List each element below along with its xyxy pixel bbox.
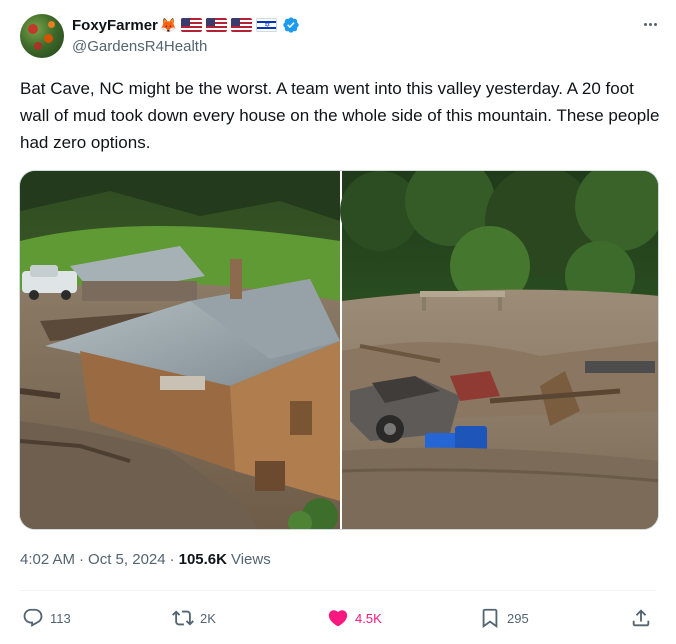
share-button[interactable] — [630, 602, 652, 634]
like-button[interactable]: 4.5K — [327, 602, 382, 634]
tweet-date[interactable]: Oct 5, 2024 — [88, 551, 166, 568]
tweet-meta: 4:02 AM · Oct 5, 2024 · 105.6K Views — [20, 551, 271, 568]
views-label: Views — [230, 551, 271, 568]
bookmark-button[interactable]: 295 — [479, 602, 529, 634]
divider — [20, 590, 656, 591]
israel-flag-icon: ✡ — [256, 18, 278, 32]
verified-icon[interactable] — [282, 16, 300, 34]
us-flag-icon — [181, 18, 203, 32]
meta-separator: · — [79, 551, 85, 568]
author-handle[interactable]: @GardensR4Health — [72, 38, 207, 55]
us-flag-icon — [231, 18, 253, 32]
tweet-time[interactable]: 4:02 AM — [20, 551, 75, 568]
views-count: 105.6K — [178, 551, 227, 568]
right-photo — [340, 171, 658, 529]
reply-button[interactable]: 113 — [22, 602, 71, 634]
reply-count: 113 — [50, 610, 71, 626]
left-photo — [20, 171, 340, 529]
tweet: FoxyFarmer 🦊 ✡ @GardensR4Health Bat Cave… — [0, 0, 676, 644]
tweet-text: Bat Cave, NC might be the worst. A team … — [20, 79, 660, 152]
display-name[interactable]: FoxyFarmer — [72, 17, 158, 34]
reply-icon — [23, 608, 43, 627]
like-count: 4.5K — [355, 610, 382, 626]
bookmark-icon — [482, 608, 498, 629]
action-bar: 113 2K 4.5K 295 — [20, 602, 656, 634]
more-icon[interactable] — [638, 14, 662, 34]
share-icon — [632, 609, 650, 627]
meta-separator: · — [169, 551, 175, 568]
tweet-media[interactable] — [19, 170, 659, 530]
author-name-row[interactable]: FoxyFarmer 🦊 ✡ — [72, 15, 300, 35]
repost-count: 2K — [200, 610, 216, 626]
repost-icon — [172, 610, 194, 626]
fox-emoji: 🦊 — [159, 17, 178, 33]
bookmark-count: 295 — [507, 610, 529, 626]
us-flag-icon — [206, 18, 228, 32]
repost-button[interactable]: 2K — [172, 602, 216, 634]
avatar[interactable] — [20, 14, 64, 58]
like-icon — [328, 610, 348, 627]
